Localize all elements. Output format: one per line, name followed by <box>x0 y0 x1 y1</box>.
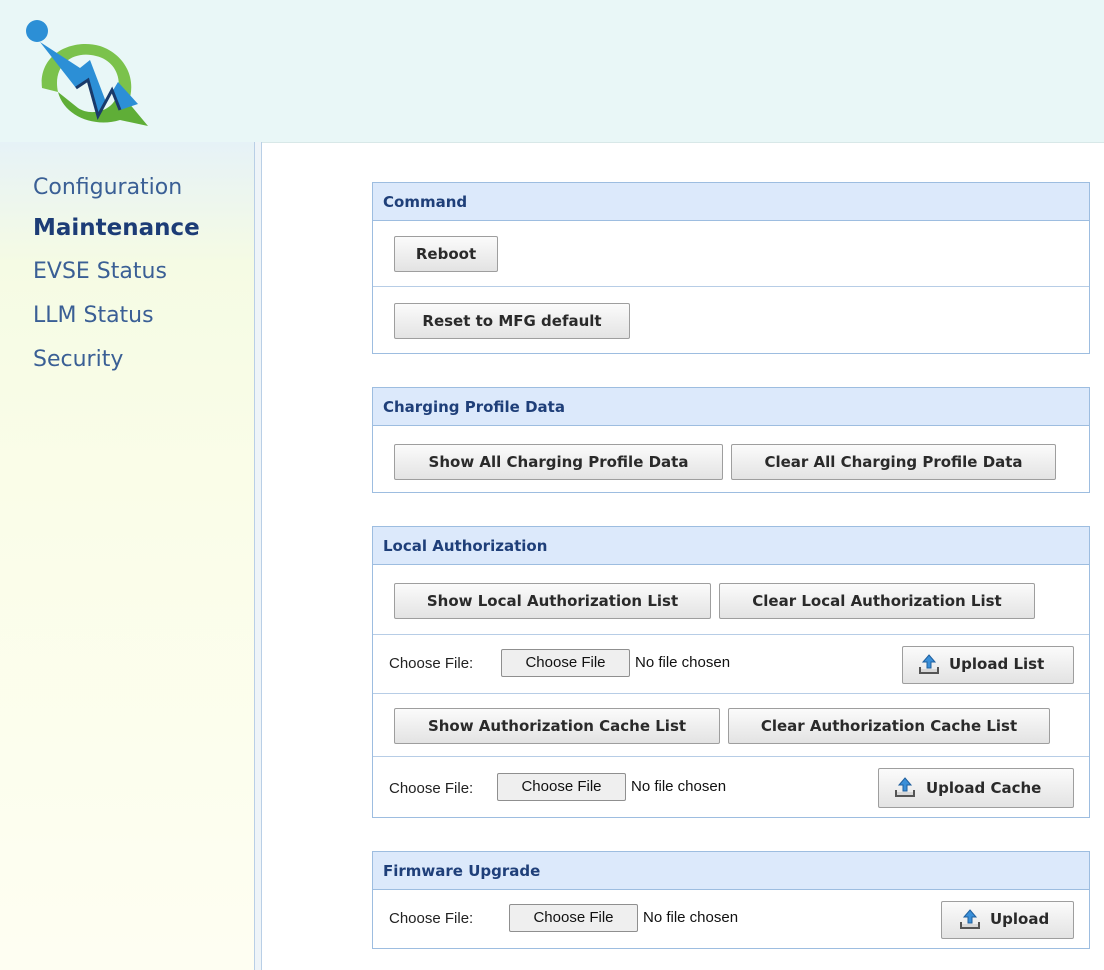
firmware-upload-row: Choose File: Choose File No file chosen … <box>373 890 1089 948</box>
choose-file-label: Choose File: <box>389 655 474 672</box>
cache-upload-row: Choose File: Choose File No file chosen … <box>373 757 1089 819</box>
firmware-upgrade-panel: Firmware Upgrade Choose File: Choose Fil… <box>372 851 1090 949</box>
upload-icon <box>960 909 980 929</box>
upload-firmware-label: Upload <box>990 910 1050 928</box>
firmware-upgrade-panel-title: Firmware Upgrade <box>373 852 1089 890</box>
sidebar-item-configuration[interactable]: Configuration <box>33 175 182 200</box>
cache-actions-row: Show Authorization Cache List Clear Auth… <box>373 694 1089 757</box>
show-auth-cache-button[interactable]: Show Authorization Cache List <box>394 708 720 744</box>
upload-icon <box>919 654 939 674</box>
reset-mfg-default-button[interactable]: Reset to MFG default <box>394 303 630 339</box>
brand-logo-icon <box>26 20 148 126</box>
choose-file-button-firmware[interactable]: Choose File <box>509 904 638 932</box>
upload-cache-label: Upload Cache <box>926 779 1042 797</box>
show-charging-profile-button[interactable]: Show All Charging Profile Data <box>394 444 723 480</box>
command-panel-title: Command <box>373 183 1089 221</box>
reboot-row: Reboot <box>373 221 1089 287</box>
clear-charging-profile-button[interactable]: Clear All Charging Profile Data <box>731 444 1056 480</box>
sidebar: Configuration Maintenance EVSE Status LL… <box>0 142 254 970</box>
local-authorization-panel: Local Authorization Show Local Authoriza… <box>372 526 1090 818</box>
sidebar-divider <box>254 142 262 970</box>
upload-firmware-button[interactable]: Upload <box>941 901 1074 939</box>
sidebar-item-maintenance[interactable]: Maintenance <box>33 215 200 241</box>
choose-file-button-cache[interactable]: Choose File <box>497 773 626 801</box>
choose-file-label: Choose File: <box>389 910 474 927</box>
file-status-cache: No file chosen <box>631 778 727 795</box>
file-status-firmware: No file chosen <box>643 909 739 926</box>
sidebar-item-security[interactable]: Security <box>33 347 123 372</box>
upload-cache-button[interactable]: Upload Cache <box>878 768 1074 808</box>
local-authorization-panel-title: Local Authorization <box>373 527 1089 565</box>
upload-list-label: Upload List <box>949 655 1045 673</box>
page-header <box>0 0 1104 143</box>
upload-list-button[interactable]: Upload List <box>902 646 1074 684</box>
choose-file-button-list[interactable]: Choose File <box>501 649 630 677</box>
reset-row: Reset to MFG default <box>373 287 1089 353</box>
clear-auth-cache-button[interactable]: Clear Authorization Cache List <box>728 708 1050 744</box>
charging-profile-panel-title: Charging Profile Data <box>373 388 1089 426</box>
choose-file-label: Choose File: <box>389 780 474 797</box>
file-status-list: No file chosen <box>635 654 731 671</box>
local-list-upload-row: Choose File: Choose File No file chosen … <box>373 635 1089 694</box>
sidebar-item-evse-status[interactable]: EVSE Status <box>33 259 167 284</box>
sidebar-item-llm-status[interactable]: LLM Status <box>33 303 154 328</box>
clear-local-auth-list-button[interactable]: Clear Local Authorization List <box>719 583 1035 619</box>
charging-profile-panel: Charging Profile Data Show All Charging … <box>372 387 1090 493</box>
show-local-auth-list-button[interactable]: Show Local Authorization List <box>394 583 711 619</box>
local-list-actions-row: Show Local Authorization List Clear Loca… <box>373 565 1089 635</box>
reboot-button[interactable]: Reboot <box>394 236 498 272</box>
upload-icon <box>895 777 915 797</box>
charging-profile-row: Show All Charging Profile Data Clear All… <box>373 426 1089 492</box>
command-panel: Command Reboot Reset to MFG default <box>372 182 1090 354</box>
